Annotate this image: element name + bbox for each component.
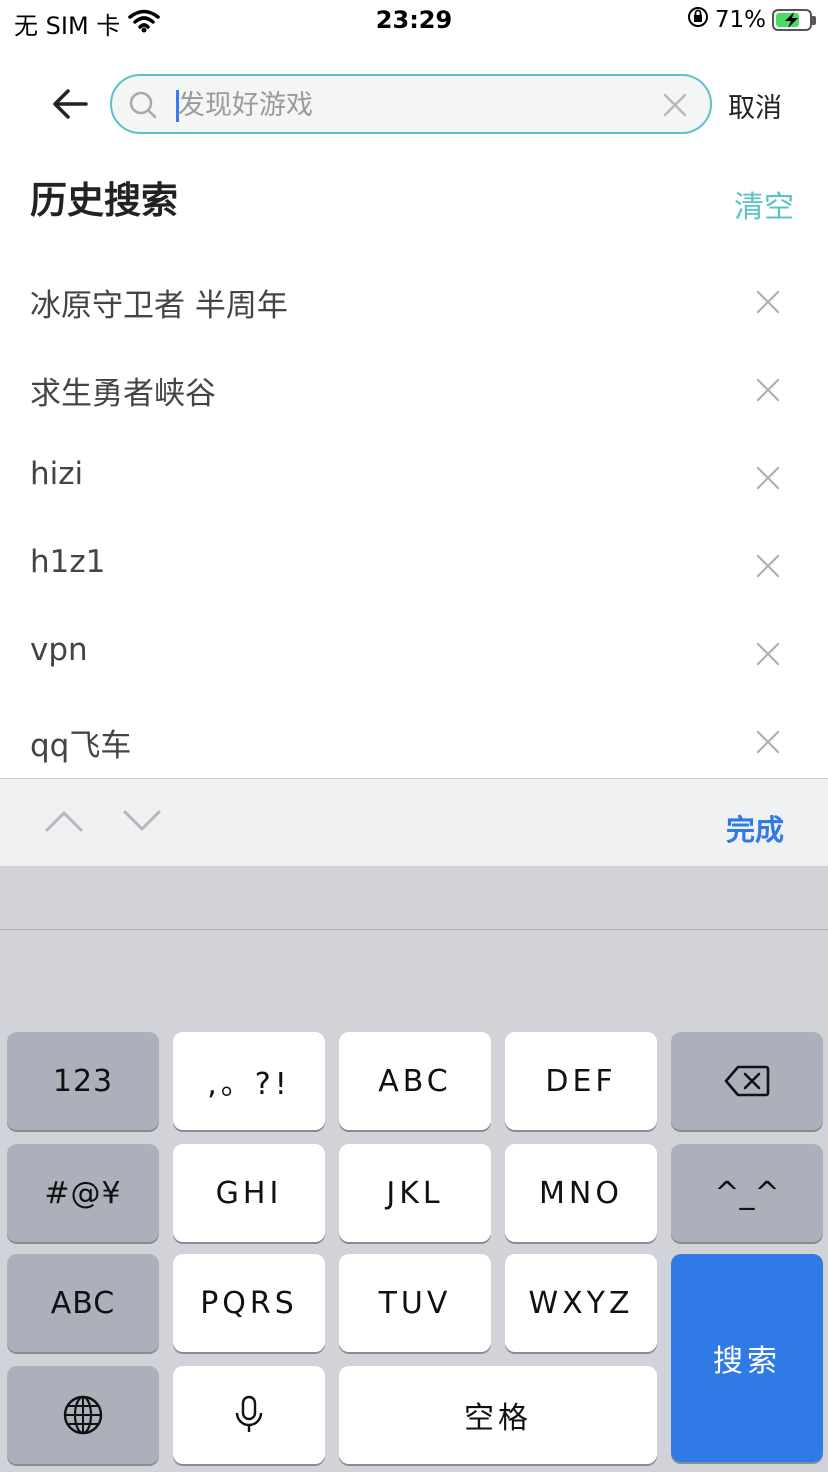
- history-item-text[interactable]: hizi: [30, 456, 83, 492]
- key-wxyz[interactable]: WXYZ: [505, 1254, 657, 1352]
- delete-history-icon[interactable]: [756, 642, 780, 666]
- delete-history-icon[interactable]: [756, 466, 780, 490]
- delete-history-icon[interactable]: [756, 290, 780, 314]
- battery-charging-icon: [772, 9, 816, 31]
- key-ghi[interactable]: GHI: [173, 1144, 325, 1242]
- key-def[interactable]: DEF: [505, 1032, 657, 1130]
- delete-history-icon[interactable]: [756, 730, 780, 754]
- back-arrow-icon[interactable]: [48, 82, 92, 126]
- history-item[interactable]: vpn: [0, 610, 828, 698]
- search-input[interactable]: [176, 84, 638, 126]
- microphone-icon: [234, 1395, 264, 1435]
- keyboard: 123 ,。?! ABC DEF #@¥ GHI JKL MNO ^_^ ABC…: [0, 866, 828, 1472]
- orientation-lock-icon: [687, 6, 709, 34]
- key-abc[interactable]: ABC: [339, 1032, 491, 1130]
- keyboard-accessory-bar: 完成: [0, 778, 828, 867]
- key-tuv[interactable]: TUV: [339, 1254, 491, 1352]
- clear-input-icon[interactable]: [662, 92, 688, 118]
- history-item-text[interactable]: 求生勇者峡谷: [30, 368, 216, 413]
- delete-history-icon[interactable]: [756, 554, 780, 578]
- history-item-text[interactable]: vpn: [30, 632, 88, 668]
- done-button[interactable]: 完成: [726, 807, 784, 849]
- key-emoticon[interactable]: ^_^: [671, 1144, 823, 1242]
- history-list: 冰原守卫者 半周年 求生勇者峡谷 hizi h1z1 vpn qq飞车: [0, 258, 828, 786]
- key-globe[interactable]: [7, 1366, 159, 1464]
- key-delete[interactable]: [671, 1032, 823, 1130]
- battery-percent: 71%: [714, 7, 766, 33]
- cancel-button[interactable]: 取消: [728, 86, 782, 125]
- history-title: 历史搜索: [30, 179, 178, 222]
- key-space[interactable]: 空格: [339, 1366, 657, 1464]
- history-item[interactable]: 求生勇者峡谷: [0, 346, 828, 434]
- candidate-bar-divider: [0, 929, 828, 930]
- delete-history-icon[interactable]: [756, 378, 780, 402]
- key-symbols[interactable]: #@¥: [7, 1144, 159, 1242]
- search-icon: [128, 90, 158, 120]
- history-item-text[interactable]: h1z1: [30, 544, 105, 580]
- key-123[interactable]: 123: [7, 1032, 159, 1130]
- status-bar: 无 SIM 卡 23:29 71%: [0, 0, 828, 44]
- clear-history-button[interactable]: 清空: [734, 182, 794, 226]
- next-field-chevron-down-icon[interactable]: [122, 809, 162, 833]
- search-box[interactable]: [110, 74, 712, 134]
- history-item[interactable]: 冰原守卫者 半周年: [0, 258, 828, 346]
- history-item-text[interactable]: qq飞车: [30, 720, 131, 765]
- previous-field-chevron-up-icon[interactable]: [44, 809, 84, 833]
- history-item[interactable]: qq飞车: [0, 698, 828, 786]
- key-search[interactable]: 搜索: [671, 1254, 823, 1462]
- key-mno[interactable]: MNO: [505, 1144, 657, 1242]
- backspace-icon: [724, 1065, 770, 1097]
- history-item[interactable]: hizi: [0, 434, 828, 522]
- key-dictation[interactable]: [173, 1366, 325, 1464]
- key-abc-switch[interactable]: ABC: [7, 1254, 159, 1352]
- history-item-text[interactable]: 冰原守卫者 半周年: [30, 280, 288, 325]
- status-right: 71%: [687, 6, 816, 34]
- globe-icon: [62, 1394, 104, 1436]
- history-item[interactable]: h1z1: [0, 522, 828, 610]
- key-pqrs[interactable]: PQRS: [173, 1254, 325, 1352]
- key-jkl[interactable]: JKL: [339, 1144, 491, 1242]
- key-punctuation[interactable]: ,。?!: [173, 1032, 325, 1130]
